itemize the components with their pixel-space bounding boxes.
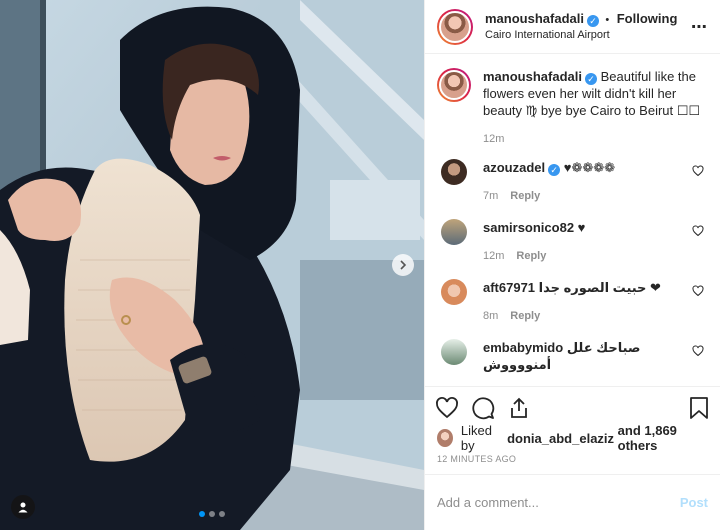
post-timestamp[interactable]: 12 MINUTES AGO bbox=[425, 448, 720, 474]
carousel-dot-active bbox=[199, 511, 205, 517]
comment-item: embabymido صباحك علل أمنووووش bbox=[437, 339, 708, 373]
share-icon bbox=[511, 397, 527, 418]
comment-icon bbox=[472, 396, 495, 419]
caption: manoushafadali ✓ Beautiful like the flowe… bbox=[437, 68, 708, 119]
reply-button[interactable]: Reply bbox=[510, 310, 540, 322]
commenter-username[interactable]: samirsonico82 bbox=[483, 220, 574, 235]
post-comment-button[interactable]: Post bbox=[680, 495, 708, 510]
verified-badge-icon: ✓ bbox=[584, 73, 597, 85]
post-actions bbox=[425, 386, 720, 428]
comment-time: 8m bbox=[483, 310, 499, 322]
verified-badge-icon: ✓ bbox=[586, 14, 599, 27]
bookmark-icon bbox=[690, 396, 708, 419]
comment-item: samirsonico82 ♥ 12m Reply bbox=[437, 219, 708, 265]
author-avatar[interactable] bbox=[437, 8, 473, 45]
reply-button[interactable]: Reply bbox=[516, 250, 546, 262]
caption-timestamp: 12m bbox=[483, 133, 505, 145]
like-comment-heart-icon[interactable] bbox=[692, 225, 704, 237]
carousel-indicator bbox=[199, 511, 225, 517]
reply-button[interactable]: Reply bbox=[510, 190, 540, 202]
user-tags-button[interactable] bbox=[11, 495, 35, 519]
comment-text: حبيت الصوره جدا ❤ bbox=[538, 280, 661, 295]
caption-avatar[interactable] bbox=[437, 68, 471, 102]
more-options-icon[interactable]: ⋯ bbox=[691, 17, 708, 37]
share-button[interactable] bbox=[507, 396, 531, 420]
comment-item: azouzadel ✓ ♥❁❁❁❁ 7m Reply bbox=[437, 159, 708, 205]
following-button[interactable]: Following bbox=[617, 11, 678, 26]
comment-time: 7m bbox=[483, 190, 499, 202]
heart-icon bbox=[436, 396, 458, 418]
comment-input[interactable] bbox=[437, 495, 680, 510]
like-comment-heart-icon[interactable] bbox=[692, 285, 704, 297]
commenter-username[interactable]: embabymido bbox=[483, 340, 563, 355]
post-sidebar: manoushafadali ✓ • Following Cairo Intern… bbox=[424, 0, 720, 530]
comment-composer: Post bbox=[425, 474, 720, 530]
commenter-avatar[interactable] bbox=[441, 279, 467, 305]
commenter-avatar[interactable] bbox=[441, 219, 467, 245]
verified-badge-icon: ✓ bbox=[548, 164, 561, 176]
commenter-username[interactable]: aft67971 bbox=[483, 280, 535, 295]
commenter-avatar[interactable] bbox=[441, 159, 467, 185]
comment-text: ♥ bbox=[577, 220, 586, 235]
caption-username[interactable]: manoushafadali bbox=[483, 69, 582, 84]
save-button[interactable] bbox=[688, 396, 710, 420]
liker-username[interactable]: donia_abd_elaziz bbox=[507, 431, 614, 446]
chevron-right-icon bbox=[400, 260, 407, 270]
post-header: manoushafadali ✓ • Following Cairo Intern… bbox=[425, 0, 720, 54]
post-location[interactable]: Cairo International Airport bbox=[485, 28, 677, 43]
comment-button[interactable] bbox=[471, 396, 495, 420]
like-comment-heart-icon[interactable] bbox=[692, 165, 704, 177]
comment-time: 12m bbox=[483, 250, 505, 262]
carousel-dot bbox=[219, 511, 225, 517]
commenter-username[interactable]: azouzadel bbox=[483, 160, 545, 175]
like-comment-heart-icon[interactable] bbox=[692, 345, 704, 357]
next-photo-button[interactable] bbox=[392, 254, 414, 276]
photo-scene bbox=[0, 0, 424, 530]
post-photo[interactable] bbox=[0, 0, 424, 530]
comment-text: ♥❁❁❁❁ bbox=[563, 160, 616, 175]
like-button[interactable] bbox=[435, 396, 459, 420]
instagram-post: manoushafadali ✓ • Following Cairo Intern… bbox=[0, 0, 720, 530]
comment-item: aft67971 حبيت الصوره جدا ❤ 8m Reply bbox=[437, 279, 708, 325]
author-username[interactable]: manoushafadali bbox=[485, 11, 584, 26]
comments-list[interactable]: manoushafadali ✓ Beautiful like the flowe… bbox=[425, 54, 720, 386]
commenter-avatar[interactable] bbox=[441, 339, 467, 365]
user-tag-icon bbox=[18, 502, 28, 513]
likes-summary: Liked by donia_abd_elaziz and 1,869 othe… bbox=[425, 423, 720, 453]
header-separator: • bbox=[605, 13, 610, 26]
liker-avatar[interactable] bbox=[437, 429, 453, 447]
carousel-dot bbox=[209, 511, 215, 517]
